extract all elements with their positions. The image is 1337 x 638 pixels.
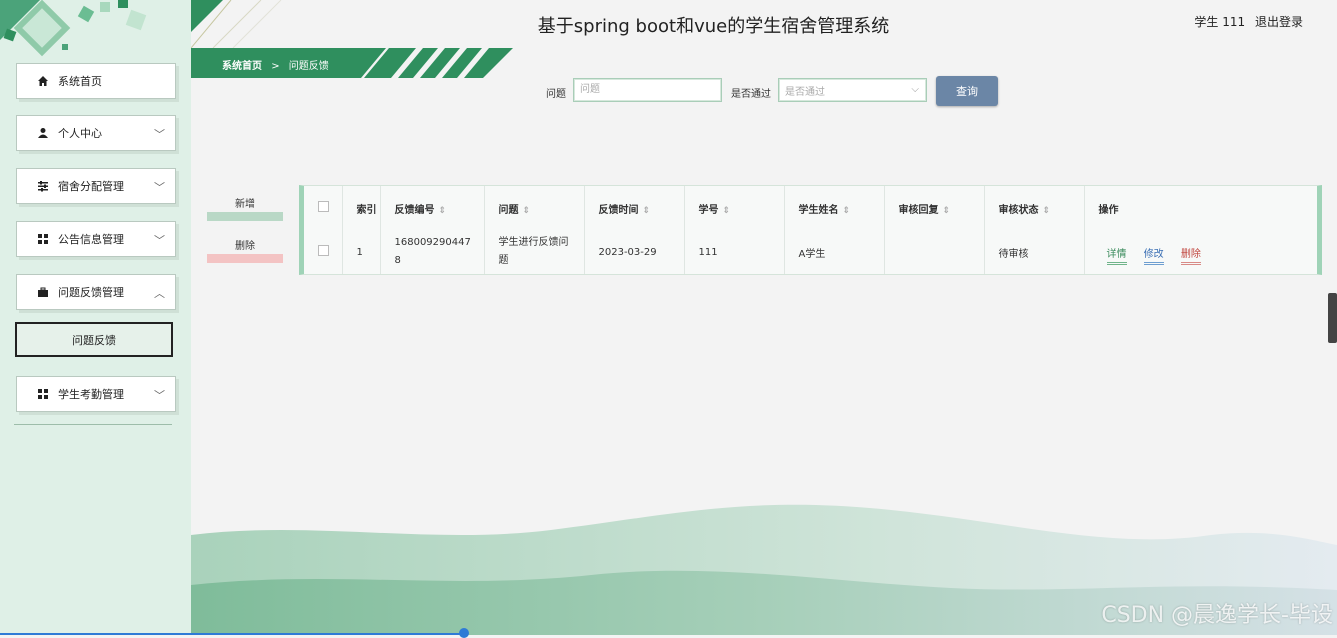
sidebar-item-dorm-assign[interactable]: 宿舍分配管理 ﹀	[16, 168, 176, 204]
column-header-student-no[interactable]: 学号 ⇕	[684, 186, 785, 230]
sidebar-item-label: 问题反馈	[72, 333, 116, 347]
watermark: CSDN @晨逸学长-毕设	[1101, 603, 1333, 628]
briefcase-icon	[36, 285, 50, 299]
user-name: 学生 111	[1194, 15, 1246, 29]
sidebar-item-label: 学生考勤管理	[58, 388, 124, 401]
detail-button[interactable]: 详情	[1106, 248, 1127, 265]
table-header-row: 索引 反馈编号 ⇕ 问题 ⇕ 反馈时间 ⇕ 学号 ⇕ 学生姓名 ⇕ 审核回复 ⇕ 审核状态 ⇕…	[304, 186, 1317, 230]
feedback-table: 索引 反馈编号 ⇕ 问题 ⇕ 反馈时间 ⇕ 学号 ⇕ 学生姓名 ⇕ 审核回复 ⇕ 审核状态 ⇕…	[299, 185, 1322, 275]
grid-icon	[36, 232, 50, 246]
breadcrumb: 系统首页 > 问题反馈	[191, 48, 513, 78]
sidebar-divider	[14, 424, 172, 425]
cell-status: 待审核	[984, 230, 1085, 274]
chevron-down-icon: ﹀	[154, 128, 165, 141]
column-header-time[interactable]: 反馈时间 ⇕	[584, 186, 685, 230]
sidebar-item-notice-manage[interactable]: 公告信息管理 ﹀	[16, 221, 176, 257]
select-all-checkbox[interactable]	[318, 201, 329, 212]
sidebar-item-feedback-manage[interactable]: 问题反馈管理 ︿	[16, 274, 176, 310]
sort-icon[interactable]: ⇕	[1043, 206, 1051, 216]
sidebar-item-label: 宿舍分配管理	[58, 180, 124, 193]
edit-button[interactable]: 修改	[1143, 248, 1164, 265]
user-icon	[36, 126, 50, 140]
user-area: 学生 111 退出登录	[1188, 13, 1303, 30]
approved-select[interactable]: 是否通过 ⌵	[778, 78, 927, 102]
home-icon	[36, 74, 50, 88]
delete-button[interactable]: 删除	[207, 237, 283, 263]
sidebar: 系统首页 个人中心 ﹀ 宿舍分配管理 ﹀ 公告信息管理 ﹀ 问题反馈管理 ︿ 问…	[0, 0, 191, 635]
progress-handle[interactable]	[459, 628, 469, 638]
sort-icon[interactable]: ⇕	[943, 206, 951, 216]
chevron-down-icon: ⌵	[911, 84, 919, 95]
column-header-question[interactable]: 问题 ⇕	[484, 186, 585, 230]
select-all-cell	[304, 186, 343, 230]
breadcrumb-current: 问题反馈	[288, 61, 329, 72]
cell-reply	[884, 230, 985, 274]
sidebar-item-home[interactable]: 系统首页	[16, 63, 176, 99]
column-header-reply[interactable]: 审核回复 ⇕	[884, 186, 985, 230]
table-row: 1 1680092904478 学生进行反馈问题 2023-03-29 111 …	[304, 230, 1317, 274]
cell-student-name: A学生	[784, 230, 885, 274]
cell-feedback-no: 1680092904478	[380, 230, 485, 274]
cell-question: 学生进行反馈问题	[484, 230, 585, 274]
row-delete-button[interactable]: 删除	[1180, 248, 1201, 265]
sliders-icon	[36, 179, 50, 193]
sidebar-item-attendance-manage[interactable]: 学生考勤管理 ﹀	[16, 376, 176, 412]
row-checkbox[interactable]	[318, 245, 329, 256]
chevron-up-icon: ︿	[154, 287, 165, 300]
question-label: 问题	[546, 89, 566, 100]
column-header-index: 索引	[342, 186, 381, 230]
add-button-bar	[207, 212, 283, 221]
sidebar-item-label: 系统首页	[58, 75, 102, 88]
row-select-cell	[304, 230, 343, 274]
sidebar-item-label: 公告信息管理	[58, 233, 124, 246]
column-header-student-name[interactable]: 学生姓名 ⇕	[784, 186, 885, 230]
chevron-down-icon: ﹀	[154, 181, 165, 194]
cell-actions: 详情 修改 删除	[1084, 230, 1317, 274]
breadcrumb-separator: >	[271, 61, 280, 72]
chevron-down-icon: ﹀	[154, 234, 165, 247]
query-button[interactable]: 查询	[936, 76, 998, 106]
cell-student-no: 111	[684, 230, 785, 274]
sort-icon[interactable]: ⇕	[523, 206, 531, 216]
sort-icon[interactable]: ⇕	[723, 206, 731, 216]
scrollbar-thumb[interactable]	[1328, 293, 1337, 343]
question-input[interactable]: 问题	[573, 78, 722, 102]
approved-label: 是否通过	[731, 89, 771, 100]
add-button[interactable]: 新增	[207, 195, 283, 221]
page-title: 基于spring boot和vue的学生宿舍管理系统	[537, 16, 890, 37]
cell-time: 2023-03-29	[584, 230, 685, 274]
sidebar-item-label: 个人中心	[58, 127, 102, 140]
grid-icon	[36, 387, 50, 401]
sort-icon[interactable]: ⇕	[643, 206, 651, 216]
column-header-actions: 操作	[1098, 204, 1119, 216]
sort-icon[interactable]: ⇕	[843, 206, 851, 216]
sidebar-item-label: 问题反馈管理	[58, 286, 124, 299]
logout-link[interactable]: 退出登录	[1255, 15, 1303, 29]
breadcrumb-home[interactable]: 系统首页	[222, 61, 262, 72]
column-header-status[interactable]: 审核状态 ⇕	[984, 186, 1085, 230]
column-header-feedback-no[interactable]: 反馈编号 ⇕	[380, 186, 485, 230]
chevron-down-icon: ﹀	[154, 389, 165, 402]
sidebar-item-personal-center[interactable]: 个人中心 ﹀	[16, 115, 176, 151]
cell-index: 1	[342, 230, 381, 274]
delete-button-bar	[207, 254, 283, 263]
sidebar-subitem-feedback[interactable]: 问题反馈	[15, 322, 173, 357]
sort-icon[interactable]: ⇕	[439, 206, 447, 216]
